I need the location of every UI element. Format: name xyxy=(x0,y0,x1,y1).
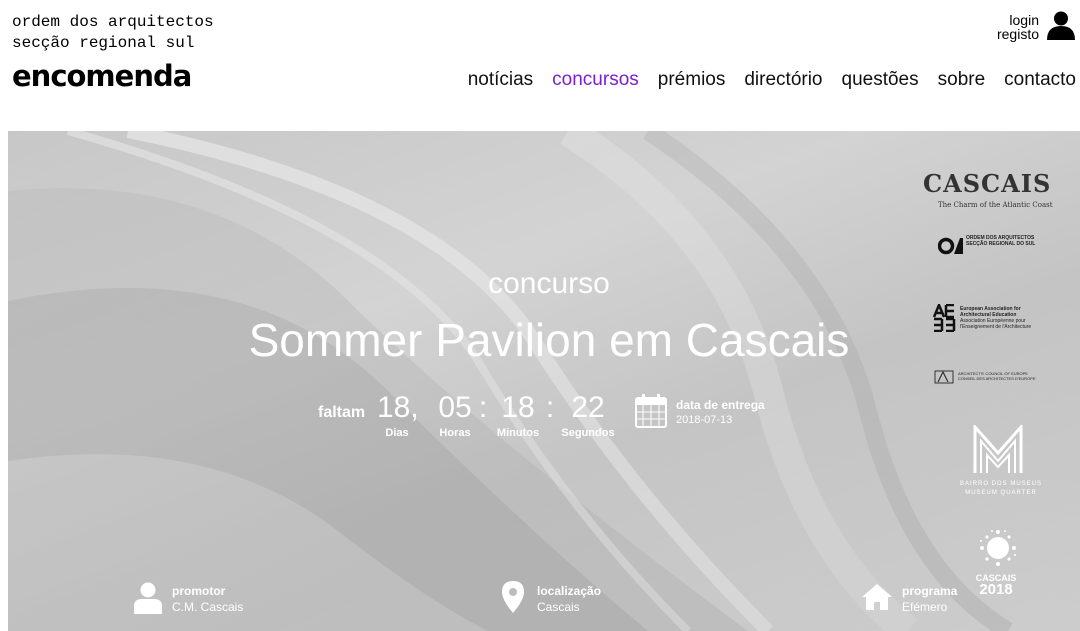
nav-questoes[interactable]: questões xyxy=(842,69,919,91)
main-navigation: notícias concursos prémios directório qu… xyxy=(468,69,1076,91)
org-line-2: secção regional sul xyxy=(12,34,195,52)
user-account-icon[interactable] xyxy=(1046,10,1076,40)
nav-contacto[interactable]: contacto xyxy=(1004,69,1076,91)
cascais-2018-logo-text: CASCAIS 2018 xyxy=(966,573,1026,597)
competition-title: Sommer Pavilion em Cascais xyxy=(248,314,850,366)
countdown-days-label: Dias xyxy=(385,427,409,439)
countdown-separator: : xyxy=(478,391,488,424)
ace-logo-text: ARCHITECTS' COUNCIL OF EUROPE CONSEIL DE… xyxy=(958,371,1036,381)
nav-concursos[interactable]: concursos xyxy=(552,69,639,91)
oa-logo-icon xyxy=(938,237,963,255)
nav-directorio[interactable]: directório xyxy=(744,69,822,91)
museum-quarter-logo-icon xyxy=(973,425,1023,473)
site-logo[interactable]: encomenda xyxy=(12,59,192,93)
deadline-date: 2018-07-13 xyxy=(676,414,733,426)
eaae-logo-text: European Association for Architectural E… xyxy=(960,306,1031,330)
countdown-minutes: 18 xyxy=(501,391,535,424)
promoter-label: promotor xyxy=(172,584,226,598)
countdown-prefix: faltam xyxy=(318,404,366,421)
nav-sobre[interactable]: sobre xyxy=(938,69,986,91)
hero-background-image xyxy=(8,131,1080,631)
auth-links: login registo xyxy=(997,13,1039,41)
location-label: localização xyxy=(537,584,602,598)
person-icon xyxy=(134,582,162,614)
cascais-2018-line2: 2018 xyxy=(979,581,1013,598)
countdown-minutes-label: Minutos xyxy=(496,427,540,439)
hero-banner: concurso Sommer Pavilion em Cascais falt… xyxy=(8,131,1080,631)
museum-quarter-line1: BAIRRO DOS MUSEUS xyxy=(959,481,1042,487)
deadline-label: data de entrega xyxy=(676,398,765,412)
countdown-days: 18, xyxy=(377,391,419,424)
location-value: Cascais xyxy=(537,600,580,614)
program-value: Efémero xyxy=(902,600,948,614)
oa-logo-line2: SECÇÃO REGIONAL DO SUL xyxy=(966,241,1036,247)
calendar-icon xyxy=(635,394,667,428)
countdown-separator: : xyxy=(545,391,555,424)
login-link[interactable]: login xyxy=(997,13,1039,27)
countdown-seconds-label: Segundos xyxy=(561,427,615,439)
nav-noticias[interactable]: notícias xyxy=(468,69,533,91)
organization-name: ordem dos arquitectos secção regional su… xyxy=(12,12,214,54)
program-label: programa xyxy=(902,584,958,598)
cascais-tagline: The Charm of the Atlantic Coast xyxy=(938,201,1053,209)
ace-logo-line2: CONSEIL DES ARCHITECTES D'EUROPE xyxy=(958,376,1036,381)
hero-kicker: concurso xyxy=(488,267,610,300)
countdown-hours: 05 xyxy=(438,391,472,424)
nav-premios[interactable]: prémios xyxy=(658,69,726,91)
org-line-1: ordem dos arquitectos xyxy=(12,13,214,31)
cascais-2018-burst-icon xyxy=(980,530,1016,566)
register-link[interactable]: registo xyxy=(997,27,1039,41)
museum-quarter-logo-text: BAIRRO DOS MUSEUS MUSEUM QUARTER xyxy=(956,480,1046,498)
promoter-value: C.M. Cascais xyxy=(172,600,244,614)
countdown-seconds: 22 xyxy=(571,391,605,424)
eaae-logo-line4: l'Enseignement de l'Architecture xyxy=(960,324,1032,330)
cascais-logo: CASCAIS xyxy=(923,169,1052,198)
house-icon xyxy=(862,584,892,610)
oa-logo-text: ORDEM DOS ARQUITECTOS SECÇÃO REGIONAL DO… xyxy=(966,235,1035,247)
countdown-hours-label: Horas xyxy=(439,427,471,439)
map-pin-icon xyxy=(502,581,524,613)
ace-logo-icon xyxy=(934,370,954,384)
eaae-logo-icon xyxy=(932,304,956,332)
museum-quarter-line2: MUSEUM QUARTER xyxy=(965,490,1037,496)
